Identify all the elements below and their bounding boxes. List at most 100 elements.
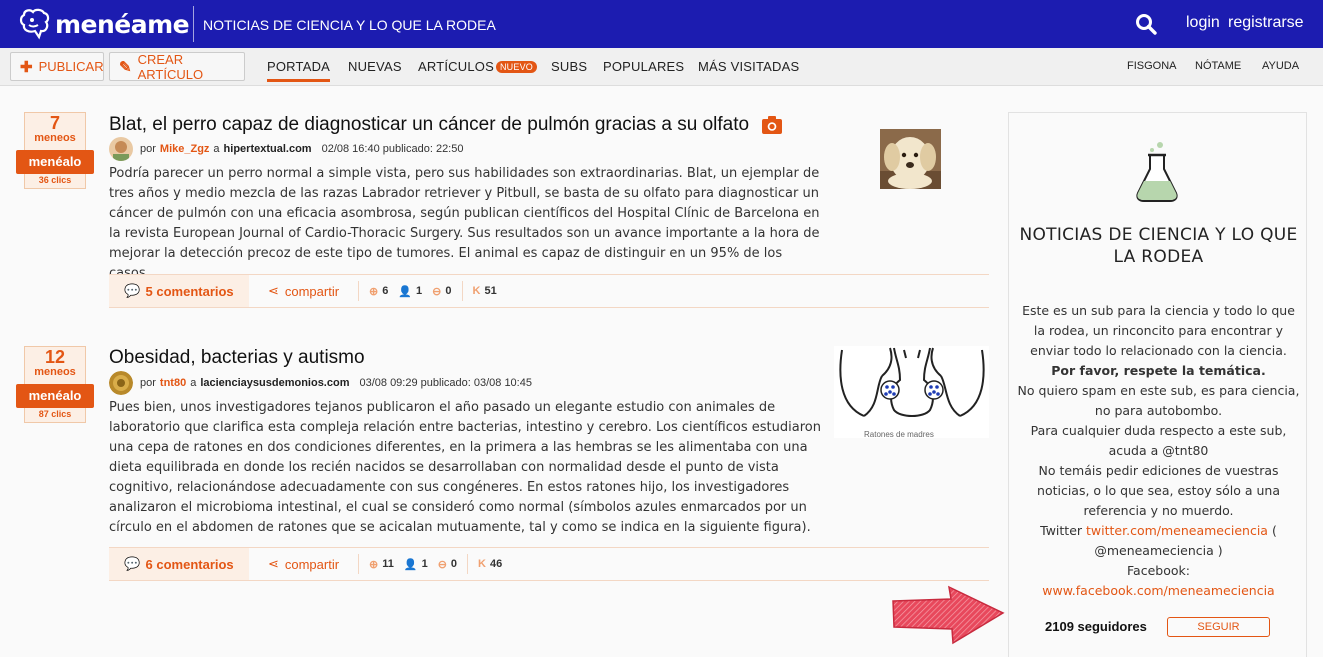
flask-icon	[1136, 142, 1178, 202]
comments-link[interactable]: 💬 5 comentarios	[109, 275, 249, 307]
top-bar: menéame NOTICIAS DE CIENCIA Y LO QUE LA …	[0, 0, 1323, 48]
create-article-button[interactable]: ✎ CREAR ARTÍCULO	[109, 52, 245, 82]
sub-description: Este es un sub para la ciencia y todo lo…	[1015, 301, 1302, 601]
article-action-bar: 💬 5 comentarios ⋖ compartir ⊕ 6 👤 1 ⊖ 0 K 51	[109, 274, 989, 308]
facebook-link[interactable]: www.facebook.com/meneameciencia	[1015, 581, 1302, 601]
puppy-image	[880, 129, 941, 189]
author-link[interactable]: tnt80	[160, 377, 186, 389]
article-meta: por tnt80 a lacienciaysusdemonios.com 03…	[109, 371, 532, 395]
anonymous-votes: 👤 1	[398, 285, 422, 298]
article-title[interactable]: Obesidad, bacterias y autismo	[109, 347, 365, 369]
desc-bold: Por favor, respete la temática.	[1051, 363, 1266, 378]
comments-icon: 💬	[124, 556, 141, 571]
comments-count: 6 comentarios	[145, 556, 234, 572]
clicks-count: 36 clics	[24, 174, 86, 189]
karma-value: 46	[489, 558, 503, 570]
tab-portada[interactable]: PORTADA	[267, 59, 331, 82]
positive-votes-value: 11	[382, 558, 394, 570]
anonymous-votes-value: 1	[421, 558, 428, 570]
thumbnail-caption: Ratones de madres	[864, 430, 934, 438]
red-arrow-icon	[892, 585, 1005, 645]
meneame-logo-icon	[19, 8, 50, 40]
plus-circle-icon: ⊕	[369, 285, 379, 298]
vote-label: meneos	[34, 366, 76, 378]
by-label: por	[140, 143, 156, 155]
meneo-button[interactable]: menéalo	[16, 150, 94, 174]
share-link[interactable]: ⋖ compartir	[249, 281, 359, 301]
tab-subs[interactable]: SUBS	[551, 59, 587, 74]
tab-populares[interactable]: POPULARES	[603, 59, 684, 74]
mice-illustration	[834, 346, 989, 438]
negative-votes-value: 0	[450, 558, 458, 570]
publish-button[interactable]: ✚ PUBLICAR	[10, 52, 104, 81]
register-link[interactable]: registrarse	[1228, 14, 1304, 32]
share-label: compartir	[284, 556, 340, 572]
karma-label: K	[478, 558, 486, 570]
karma-label: K	[472, 285, 481, 297]
tab-articulos-label: ARTÍCULOS	[418, 59, 494, 74]
twitter-link[interactable]: twitter.com/meneameciencia	[1086, 523, 1268, 538]
anonymous-votes-value: 1	[416, 285, 423, 297]
by-label: por	[140, 377, 156, 389]
karma: K 46	[478, 558, 502, 570]
vote-counter: 12 meneos	[24, 346, 86, 384]
avatar-image	[109, 137, 133, 161]
login-link[interactable]: login	[1186, 14, 1220, 32]
article-meta: por Mike_Zgz a hipertextual.com 02/08 16…	[109, 137, 463, 161]
meneame-logo[interactable]: menéame	[18, 6, 190, 42]
search-icon[interactable]	[1135, 13, 1157, 35]
comments-count: 5 comentarios	[145, 283, 234, 299]
nav-fisgona[interactable]: FISGONA	[1127, 60, 1177, 72]
sub-title-heading: NOTICIAS DE CIENCIA Y LO QUE LA RODEA	[1019, 225, 1298, 267]
to-label: a	[213, 143, 220, 155]
pencil-icon: ✎	[119, 58, 132, 76]
sub-title[interactable]: NOTICIAS DE CIENCIA Y LO QUE LA RODEA	[203, 17, 496, 33]
camera-icon	[762, 116, 782, 134]
positive-votes: ⊕ 6	[369, 285, 388, 298]
follow-button[interactable]: SEGUIR	[1167, 617, 1270, 637]
new-badge: NUEVO	[495, 61, 537, 73]
meneo-button[interactable]: menéalo	[16, 384, 94, 408]
logo-text: menéame	[55, 9, 190, 39]
share-icon: ⋖	[267, 283, 279, 298]
tab-mas-visitadas[interactable]: MÁS VISITADAS	[698, 59, 799, 74]
twitter-label: Twitter	[1040, 523, 1083, 538]
tab-articulos[interactable]: ARTÍCULOS NUEVO	[418, 59, 537, 74]
anonymous-votes: 👤 1	[404, 558, 428, 571]
article-dates: 02/08 16:40 publicado: 22:50	[321, 143, 464, 155]
desc-paragraph: No quiero spam en este sub, es para cien…	[1017, 383, 1300, 418]
vote-number: 12	[44, 347, 66, 367]
article-title[interactable]: Blat, el perro capaz de diagnosticar un …	[109, 114, 749, 136]
vote-counter: 7 meneos	[24, 112, 86, 150]
vote-box: 7 meneos menéalo 36 clics	[16, 112, 94, 189]
karma-value: 51	[484, 285, 497, 297]
article-dates: 03/08 09:29 publicado: 03/08 10:45	[359, 377, 532, 389]
clicks-count: 87 clics	[24, 408, 86, 423]
to-label: a	[190, 377, 197, 389]
desc-paragraph: Este es un sub para la ciencia y todo lo…	[1022, 303, 1295, 358]
user-avatar[interactable]	[109, 137, 133, 161]
article-thumbnail[interactable]	[880, 129, 941, 189]
nav-bar: ✚ PUBLICAR ✎ CREAR ARTÍCULO PORTADA NUEV…	[0, 48, 1323, 86]
tab-nuevas[interactable]: NUEVAS	[348, 59, 402, 74]
sub-sidebar: NOTICIAS DE CIENCIA Y LO QUE LA RODEA Es…	[1008, 112, 1307, 657]
negative-votes-value: 0	[445, 285, 452, 297]
minus-circle-icon: ⊖	[437, 558, 447, 571]
nav-notame[interactable]: NÓTAME	[1195, 60, 1241, 72]
source-domain[interactable]: hipertextual.com	[224, 143, 312, 155]
article-thumbnail[interactable]: Ratones de madres	[834, 346, 989, 438]
user-icon: 👤	[403, 558, 418, 571]
positive-votes-value: 6	[382, 285, 389, 297]
vote-number: 7	[49, 113, 60, 133]
author-link[interactable]: Mike_Zgz	[160, 143, 210, 155]
vote-box: 12 meneos menéalo 87 clics	[16, 346, 94, 423]
share-link[interactable]: ⋖ compartir	[249, 554, 359, 574]
nav-ayuda[interactable]: AYUDA	[1262, 60, 1299, 72]
source-domain[interactable]: lacienciaysusdemonios.com	[200, 377, 349, 389]
share-icon: ⋖	[267, 556, 279, 571]
karma: K 51	[473, 285, 497, 297]
article-body: Pues bien, unos investigadores tejanos p…	[109, 400, 821, 535]
comments-link[interactable]: 💬 6 comentarios	[109, 548, 249, 580]
positive-votes: ⊕ 11	[369, 558, 394, 571]
user-avatar[interactable]	[109, 371, 133, 395]
